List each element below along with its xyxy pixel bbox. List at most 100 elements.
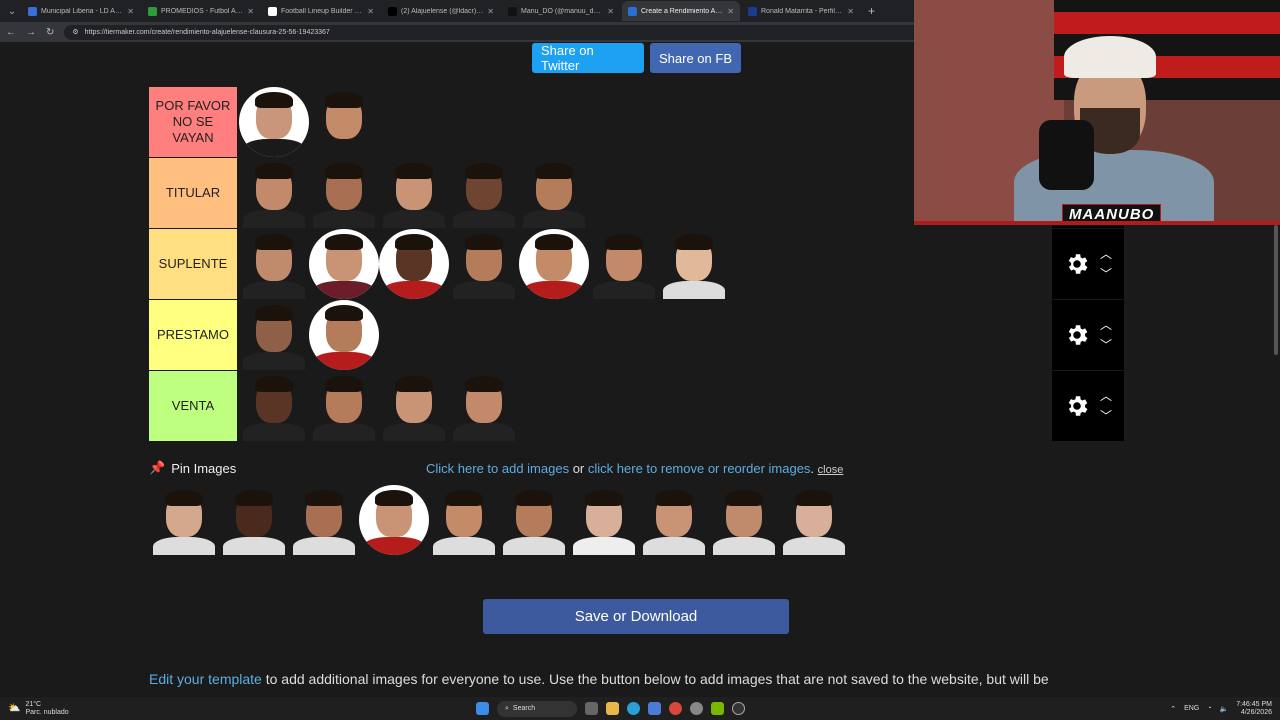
store-icon[interactable] (648, 702, 661, 715)
player-image[interactable] (309, 371, 379, 441)
player-image[interactable] (309, 300, 379, 370)
save-download-button[interactable]: Save or Download (483, 599, 789, 634)
tier-items[interactable] (237, 300, 1052, 370)
settings-icon[interactable] (690, 702, 703, 715)
player-image[interactable] (309, 229, 379, 299)
pool-player-image[interactable] (709, 485, 779, 555)
gear-icon[interactable] (1064, 251, 1090, 277)
browser-tab[interactable]: Ronald Matarrita - Perfil del jug ✕ (742, 1, 860, 21)
edit-template-link[interactable]: Edit your template (149, 671, 262, 687)
player-image[interactable] (239, 158, 309, 228)
pool-player-image[interactable] (639, 485, 709, 555)
player-image[interactable] (519, 229, 589, 299)
player-image[interactable] (379, 229, 449, 299)
tier-label[interactable]: POR FAVOR NO SE VAYAN (149, 87, 237, 157)
tab-close-icon[interactable]: ✕ (847, 7, 854, 16)
close-link[interactable]: close (818, 464, 844, 476)
tab-close-icon[interactable]: ✕ (247, 7, 254, 16)
player-hair (445, 490, 483, 506)
gear-icon[interactable] (1064, 322, 1090, 348)
player-image[interactable] (239, 229, 309, 299)
pin-images-toggle[interactable]: 📌 Pin Images (149, 460, 236, 476)
player-image[interactable] (449, 371, 519, 441)
pool-player-image[interactable] (499, 485, 569, 555)
player-image[interactable] (589, 229, 659, 299)
player-shirt (663, 281, 725, 299)
browser-tab[interactable]: Manu_DO (@manuu_do) | TikTo✕ (502, 1, 620, 21)
tier-items[interactable] (237, 229, 1052, 299)
player-shirt (153, 537, 215, 555)
tab-close-icon[interactable]: ✕ (367, 7, 374, 16)
pool-player-image[interactable] (359, 485, 429, 555)
pool-player-image[interactable] (219, 485, 289, 555)
page-scrollbar[interactable] (1272, 225, 1280, 695)
browser-tab[interactable]: PROMEDIOS - Futbol Argentino ✕ (142, 1, 260, 21)
taskbar-search[interactable]: ⌕ Search (497, 700, 577, 717)
pool-player-image[interactable] (429, 485, 499, 555)
edge-icon[interactable] (627, 702, 640, 715)
weather-widget[interactable]: ⛅ 21°C Parc. nublado (8, 701, 69, 717)
player-image[interactable] (309, 87, 379, 157)
nvidia-icon[interactable] (711, 702, 724, 715)
tier-label[interactable]: SUPLENTE (149, 229, 237, 299)
pool-player-image[interactable] (569, 485, 639, 555)
tier-label[interactable]: PRESTAMO (149, 300, 237, 370)
share-facebook-button[interactable]: Share on FB (650, 43, 741, 73)
share-twitter-button[interactable]: Share on Twitter (532, 43, 644, 73)
chevron-up-icon[interactable]: ︿ (1100, 248, 1112, 260)
pool-player-image[interactable] (779, 485, 849, 555)
task-view-icon[interactable] (585, 702, 598, 715)
pool-player-image[interactable] (289, 485, 359, 555)
gear-icon[interactable] (1064, 393, 1090, 419)
player-image[interactable] (519, 158, 589, 228)
obs-icon[interactable] (732, 702, 745, 715)
clock[interactable]: 7:46:45 PM 4/26/2026 (1236, 701, 1272, 717)
player-hair (585, 490, 623, 506)
scrollbar-thumb[interactable] (1274, 225, 1278, 355)
tab-search-icon[interactable]: ⌄ (4, 3, 20, 19)
tab-close-icon[interactable]: ✕ (607, 7, 614, 16)
chevron-up-icon[interactable]: ︿ (1100, 390, 1112, 402)
pool-player-image[interactable] (149, 485, 219, 555)
windows-start-icon[interactable] (476, 702, 489, 715)
tray-chevron-icon[interactable]: ⌃ (1170, 705, 1176, 713)
forward-icon[interactable]: → (26, 27, 36, 38)
chevron-down-icon[interactable]: ﹀ (1100, 268, 1112, 280)
player-shirt (313, 281, 375, 299)
tier-label[interactable]: VENTA (149, 371, 237, 441)
remove-reorder-link[interactable]: click here to remove or reorder images (588, 461, 811, 476)
browser-tab[interactable]: (2) Alajuelense (@ldacr) / X ✕ (382, 1, 500, 21)
browser-tab[interactable]: Create a Rendimiento Alajuelen ✕ (622, 1, 740, 21)
tab-close-icon[interactable]: ✕ (487, 7, 494, 16)
player-image[interactable] (309, 158, 379, 228)
player-image[interactable] (659, 229, 729, 299)
browser-tab[interactable]: Municipal Liberia - LD Alajuelen ✕ (22, 1, 140, 21)
player-image[interactable] (449, 158, 519, 228)
player-image[interactable] (239, 87, 309, 157)
player-image[interactable] (379, 371, 449, 441)
player-image[interactable] (239, 371, 309, 441)
site-info-icon[interactable]: ⚙ (72, 28, 78, 36)
wifi-icon[interactable]: ◔ (1207, 705, 1211, 712)
tier-label[interactable]: TITULAR (149, 158, 237, 228)
browser-tab[interactable]: Football Lineup Builder - Creat ✕ (262, 1, 380, 21)
tab-close-icon[interactable]: ✕ (127, 7, 134, 16)
file-explorer-icon[interactable] (606, 702, 619, 715)
player-image[interactable] (379, 158, 449, 228)
url-bar[interactable]: ⚙ https://tiermaker.com/create/rendimien… (64, 24, 965, 40)
chevron-down-icon[interactable]: ﹀ (1100, 339, 1112, 351)
taskbar-apps: ⌕ Search (476, 700, 745, 717)
add-images-link[interactable]: Click here to add images (426, 461, 569, 476)
volume-icon[interactable]: 🔈 (1219, 705, 1228, 713)
player-image[interactable] (239, 300, 309, 370)
back-icon[interactable]: ← (6, 27, 16, 38)
tab-close-icon[interactable]: ✕ (727, 7, 734, 16)
chrome-icon[interactable] (669, 702, 682, 715)
tier-items[interactable] (237, 371, 1052, 441)
chevron-down-icon[interactable]: ﹀ (1100, 410, 1112, 422)
reload-icon[interactable]: ↻ (46, 27, 54, 38)
new-tab-button[interactable]: + (862, 4, 881, 18)
chevron-up-icon[interactable]: ︿ (1100, 319, 1112, 331)
language-indicator[interactable]: ENG (1184, 705, 1199, 712)
player-image[interactable] (449, 229, 519, 299)
